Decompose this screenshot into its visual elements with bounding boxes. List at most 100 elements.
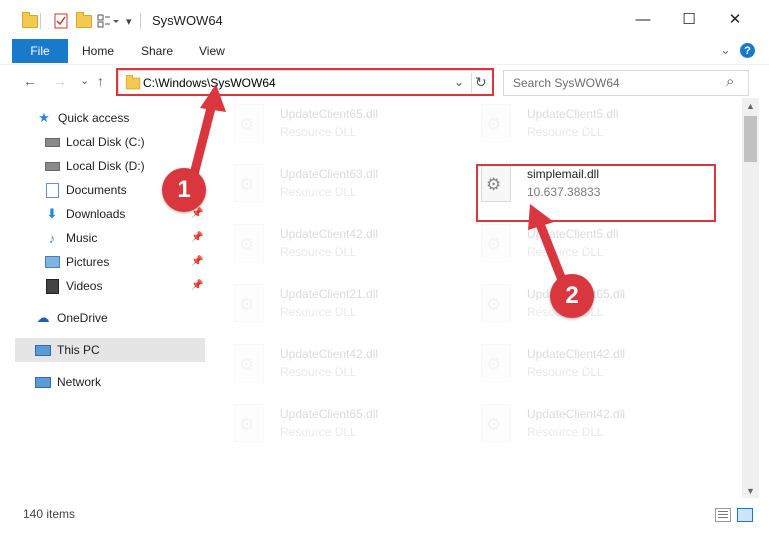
drive-icon — [44, 135, 60, 149]
scroll-up-icon[interactable]: ▲ — [746, 101, 755, 111]
status-bar: 140 items — [0, 500, 769, 528]
file-highlight-box — [476, 164, 716, 222]
tab-home[interactable]: Home — [82, 44, 114, 58]
dll-file-icon: ⚙ — [481, 284, 511, 322]
file-type: Resource DLL — [280, 365, 357, 379]
expand-ribbon-icon[interactable]: ⌄ — [720, 42, 731, 58]
file-name: UpdateClient65.dll — [280, 107, 379, 121]
list-item[interactable]: ⚙ UpdateClient65.dll Resource DLL — [481, 278, 717, 330]
list-item[interactable]: ⚙ UpdateClient42.dll Resource DLL — [481, 398, 717, 450]
file-name: UpdateClient42.dll — [280, 227, 379, 241]
cloud-icon: ☁ — [36, 310, 50, 325]
file-name: UpdateClient21.dll — [280, 287, 379, 301]
pin-icon[interactable]: 📌 — [191, 256, 203, 267]
pin-icon[interactable]: 📌 — [191, 232, 203, 243]
sidebar-item-onedrive[interactable]: ☁ OneDrive — [35, 306, 206, 330]
recent-locations-icon[interactable]: ⌄ — [80, 74, 89, 87]
sidebar-item-network[interactable]: Network — [35, 370, 206, 394]
list-item[interactable]: ⚙ UpdateClient42.dll Resource DLL — [234, 218, 470, 270]
file-type: Resource DLL — [527, 125, 604, 139]
sidebar-item-label: OneDrive — [57, 311, 108, 325]
back-button[interactable]: ← — [23, 73, 37, 89]
file-type: Resource DLL — [527, 365, 604, 379]
file-type: Resource DLL — [527, 245, 604, 259]
list-item[interactable]: ⚙ UpdateClient65.dll Resource DLL — [234, 398, 470, 450]
sidebar-item-label: Quick access — [58, 111, 130, 125]
list-item[interactable]: ⚙ UpdateClient65.dll Resource DLL — [234, 98, 470, 150]
sidebar-item-label: Network — [57, 375, 102, 389]
window-title: SysWOW64 — [152, 13, 223, 28]
file-type: Resource DLL — [280, 185, 357, 199]
minimize-button[interactable]: — — [620, 4, 666, 34]
sidebar-item-pictures[interactable]: Pictures — [44, 250, 206, 274]
sidebar-item-this-pc[interactable]: This PC — [35, 338, 206, 362]
sidebar-item-music[interactable]: ♪ Music — [44, 226, 206, 250]
file-type: Resource DLL — [280, 305, 357, 319]
dll-file-icon: ⚙ — [234, 404, 264, 442]
sidebar-item-videos[interactable]: Videos — [44, 274, 206, 298]
tab-share[interactable]: Share — [141, 44, 173, 58]
sidebar-item-quick-access[interactable]: ★ Quick access — [36, 106, 206, 130]
sidebar-item-label: Documents — [66, 183, 127, 197]
separator — [40, 13, 41, 29]
download-icon: ⬇ — [46, 206, 58, 221]
navigation-pane: ★ Quick access Local Disk (C:) Local Dis… — [0, 98, 206, 498]
title-bar: ▾ SysWOW64 — ☐ ✕ — [0, 0, 769, 38]
file-list: ⚙ UpdateClient65.dll Resource DLL ⚙ Upda… — [206, 98, 742, 498]
list-item[interactable]: ⚙ UpdateClient5.dll Resource DLL — [481, 218, 717, 270]
customize-icon[interactable] — [97, 12, 119, 30]
sidebar-item-label: Pictures — [66, 255, 110, 269]
file-type: Resource DLL — [280, 425, 357, 439]
forward-button[interactable]: → — [53, 73, 67, 89]
navigation-bar: ← → ⌄ ↑ C:\Windows\SysWOW64 ⌄ ↻ Search S… — [0, 64, 769, 99]
maximize-button[interactable]: ☐ — [666, 4, 712, 34]
documents-icon — [44, 182, 60, 198]
tab-view[interactable]: View — [199, 44, 225, 58]
ribbon: File Home Share View ⌄ ? — [0, 38, 769, 64]
search-input[interactable]: Search SysWOW64 — [513, 76, 620, 90]
dll-file-icon: ⚙ — [481, 224, 511, 262]
dll-file-icon: ⚙ — [481, 404, 511, 442]
file-name: UpdateClient5.dll — [527, 227, 619, 241]
properties-icon[interactable] — [53, 12, 69, 30]
search-box[interactable]: Search SysWOW64 ⌕ — [503, 70, 749, 96]
network-icon — [35, 375, 51, 389]
tab-file[interactable]: File — [12, 39, 68, 63]
up-button[interactable]: ↑ — [97, 73, 104, 89]
sidebar-item-label: Music — [66, 231, 98, 245]
list-item[interactable]: ⚙ UpdateClient42.dll Resource DLL — [234, 338, 470, 390]
file-name: UpdateClient42.dll — [527, 407, 626, 421]
dll-file-icon: ⚙ — [481, 344, 511, 382]
vertical-scrollbar[interactable]: ▲ ▼ — [742, 98, 759, 498]
dll-file-icon: ⚙ — [234, 104, 264, 142]
pin-icon[interactable]: 📌 — [191, 280, 203, 291]
list-item[interactable]: ⚙ UpdateClient63.dll Resource DLL — [234, 158, 470, 210]
star-icon: ★ — [38, 110, 50, 125]
list-item[interactable]: ⚙ UpdateClient42.dll Resource DLL — [481, 338, 717, 390]
step-2-badge: 2 — [550, 274, 594, 318]
sidebar-item-label: Downloads — [66, 207, 126, 221]
scroll-thumb[interactable] — [744, 116, 757, 162]
list-item[interactable]: ⚙ UpdateClient21.dll Resource DLL — [234, 278, 470, 330]
pictures-icon — [44, 255, 60, 269]
address-highlight-box — [116, 68, 494, 96]
quick-access-dropdown-icon[interactable]: ▾ — [126, 12, 132, 30]
search-icon[interactable]: ⌕ — [726, 73, 734, 90]
sidebar-item-label: Videos — [66, 279, 103, 293]
tiles-view-icon[interactable] — [737, 508, 753, 522]
item-count: 140 items — [23, 507, 76, 521]
help-icon[interactable]: ? — [740, 43, 755, 58]
file-type: Resource DLL — [280, 245, 357, 259]
close-button[interactable]: ✕ — [712, 4, 758, 34]
file-name: UpdateClient65.dll — [280, 407, 379, 421]
dll-file-icon: ⚙ — [234, 284, 264, 322]
list-item[interactable]: ⚙ UpdateClient5.dll Resource DLL — [481, 98, 717, 150]
scroll-down-icon[interactable]: ▼ — [746, 486, 755, 496]
dll-file-icon: ⚙ — [234, 224, 264, 262]
new-folder-icon[interactable] — [76, 11, 92, 30]
file-type: Resource DLL — [280, 125, 357, 139]
step-1-badge: 1 — [162, 168, 206, 212]
sidebar-item-label: Local Disk (D:) — [66, 159, 145, 173]
details-view-icon[interactable] — [715, 508, 731, 522]
sidebar-item-local-disk-c[interactable]: Local Disk (C:) — [44, 130, 206, 154]
